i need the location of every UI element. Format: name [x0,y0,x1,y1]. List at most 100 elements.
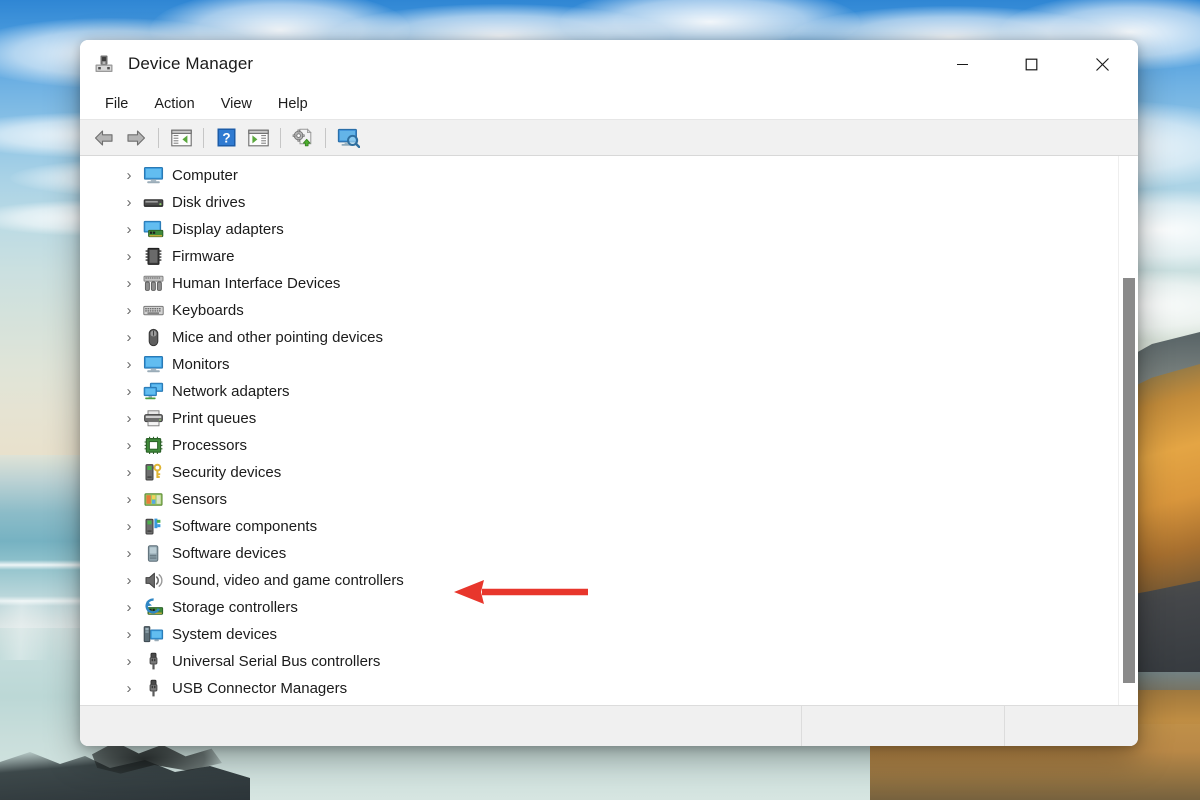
chevron-right-icon[interactable]: › [120,626,138,644]
tree-item-label: Firmware [172,248,235,265]
device-manager-window: Device Manager File Action View Help [80,40,1138,746]
update-driver-button[interactable] [288,124,318,152]
tree-item-label: Storage controllers [172,599,298,616]
chevron-right-icon[interactable]: › [120,491,138,509]
properties-button[interactable] [243,124,273,152]
tree-item-human-interface-devices[interactable]: › Human Interface Devices [116,270,1118,297]
vertical-scrollbar[interactable] [1118,156,1138,705]
show-hide-console-tree-button[interactable] [166,124,196,152]
chevron-right-icon[interactable]: › [120,167,138,185]
menu-bar: File Action View Help [80,88,1138,120]
chevron-right-icon[interactable]: › [120,329,138,347]
status-panel-main [80,706,802,746]
tree-item-computer[interactable]: › Computer [116,162,1118,189]
chevron-right-icon[interactable]: › [120,275,138,293]
tree-item-label: Processors [172,437,247,454]
title-bar[interactable]: Device Manager [80,40,1138,88]
status-panel-tertiary [1005,706,1138,746]
tree-item-label: USB Connector Managers [172,680,347,697]
device-manager-icon [92,52,116,76]
chevron-right-icon[interactable]: › [120,221,138,239]
tree-item-label: Computer [172,167,238,184]
menu-file[interactable]: File [94,93,139,115]
chevron-right-icon[interactable]: › [120,437,138,455]
tree-item-storage-controllers[interactable]: › Storage controllers [116,594,1118,621]
toolbar: ? [80,120,1138,156]
chevron-right-icon[interactable]: › [120,383,138,401]
help-question-icon: ? [217,128,236,147]
device-tree[interactable]: ›Computer›Disk drives›Display adapters›F… [80,162,1118,705]
software-component-icon [142,517,164,537]
tree-item-firmware[interactable]: › Firmware [116,243,1118,270]
maximize-button[interactable] [996,40,1066,88]
toolbar-separator [158,128,159,148]
back-button[interactable] [89,124,119,152]
tree-item-system-devices[interactable]: › System devices [116,621,1118,648]
toolbar-separator [280,128,281,148]
close-button[interactable] [1066,40,1138,88]
chevron-right-icon[interactable]: › [120,518,138,536]
tree-item-keyboards[interactable]: › Keyboards [116,297,1118,324]
chevron-right-icon[interactable]: › [120,302,138,320]
tree-item-disk-drives[interactable]: ›Disk drives [116,189,1118,216]
window-controls [928,40,1138,88]
tree-item-sensors[interactable]: ›Sensors [116,486,1118,513]
tree-item-usb-controllers[interactable]: › Universal Serial Bus controllers [116,648,1118,675]
tree-item-software-devices[interactable]: ›Software devices [116,540,1118,567]
chevron-right-icon[interactable]: › [120,356,138,374]
usb-icon [142,679,164,699]
forward-arrow-icon [125,129,147,147]
chevron-right-icon[interactable]: › [120,410,138,428]
tree-item-label: Security devices [172,464,281,481]
security-key-icon [142,463,164,483]
status-bar [80,706,1138,746]
tree-item-monitors[interactable]: › Monitors [116,351,1118,378]
sensor-icon [142,490,164,510]
menu-view[interactable]: View [210,93,263,115]
tree-item-security-devices[interactable]: › Security devices [116,459,1118,486]
tree-item-display-adapters[interactable]: ›Display adapters [116,216,1118,243]
tree-item-label: Print queues [172,410,256,427]
chevron-right-icon[interactable]: › [120,572,138,590]
back-arrow-icon [93,129,115,147]
monitor-icon [142,166,164,186]
tree-item-usb-connector-managers[interactable]: › USB Connector Managers [116,675,1118,702]
chevron-right-icon[interactable]: › [120,653,138,671]
minimize-button[interactable] [928,40,996,88]
chevron-right-icon[interactable]: › [120,545,138,563]
usb-icon [142,652,164,672]
chevron-right-icon[interactable]: › [120,248,138,266]
processor-chip-icon [142,436,164,456]
chevron-right-icon[interactable]: › [120,464,138,482]
toolbar-separator [325,128,326,148]
toolbar-separator [203,128,204,148]
tree-item-network-adapters[interactable]: ›Network adapters [116,378,1118,405]
menu-action[interactable]: Action [143,93,205,115]
scan-hardware-changes-button[interactable] [333,124,363,152]
hid-keyboard-icon [142,274,164,294]
tree-item-label: Universal Serial Bus controllers [172,653,380,670]
mouse-icon [142,328,164,348]
forward-button[interactable] [121,124,151,152]
chevron-right-icon[interactable]: › [120,599,138,617]
tree-item-label: System devices [172,626,277,643]
firmware-chip-icon [142,247,164,267]
tree-item-sound-video-game-controllers[interactable]: ›Sound, video and game controllers [116,567,1118,594]
menu-help[interactable]: Help [267,93,319,115]
display-adapter-icon [142,220,164,240]
tree-item-print-queues[interactable]: › Print queues [116,405,1118,432]
scan-monitor-icon [337,128,360,148]
tree-item-label: Monitors [172,356,230,373]
tree-item-processors[interactable]: › Processors [116,432,1118,459]
help-button[interactable]: ? [211,124,241,152]
vertical-scrollbar-thumb[interactable] [1123,278,1135,683]
tree-item-label: Keyboards [172,302,244,319]
tree-item-mice[interactable]: ›Mice and other pointing devices [116,324,1118,351]
system-device-icon [142,625,164,645]
svg-text:?: ? [222,130,230,145]
chevron-right-icon[interactable]: › [120,194,138,212]
status-panel-secondary [802,706,1005,746]
chevron-right-icon[interactable]: › [120,680,138,698]
tree-item-label: Human Interface Devices [172,275,340,292]
tree-item-software-components[interactable]: ›Software components [116,513,1118,540]
